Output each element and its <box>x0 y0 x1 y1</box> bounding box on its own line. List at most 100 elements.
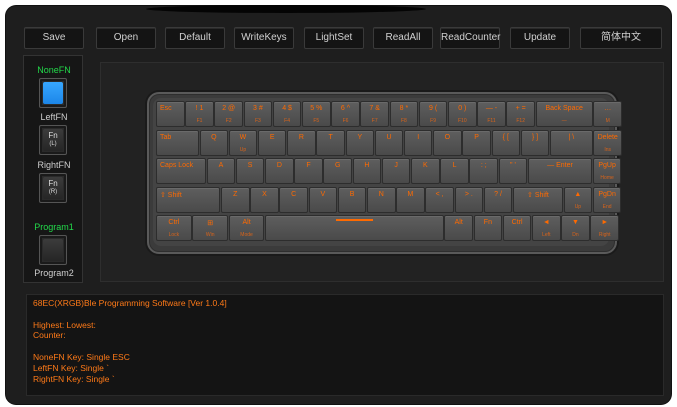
key-r2-10[interactable]: : ; <box>469 158 499 184</box>
key-r0-3[interactable]: 3 # F3 <box>243 101 273 127</box>
key-r3-7[interactable]: M <box>396 186 425 213</box>
key-r0-10[interactable]: 0 ) F10 <box>448 101 477 127</box>
key-r3-4[interactable]: V <box>308 186 338 213</box>
key-r0-1[interactable]: ! 1 F1 <box>185 101 214 127</box>
key-label: K <box>423 162 428 169</box>
key-r0-4[interactable]: 4 $ F4 <box>272 101 302 127</box>
key-r0-9[interactable]: 9 (F9 <box>418 101 448 127</box>
save-button[interactable]: Save <box>24 27 84 49</box>
key-r1-13[interactable]: | \ <box>549 129 593 156</box>
key-label: Back Space <box>545 105 583 112</box>
key-r1-8[interactable]: I <box>403 129 433 156</box>
key-r2-7[interactable]: J <box>381 158 411 184</box>
key-sublabel: F4 <box>284 118 291 124</box>
key-r2-9[interactable]: L <box>440 158 469 184</box>
key-label: Q <box>211 133 217 141</box>
key-label: M <box>407 190 414 198</box>
key-r1-5[interactable]: T <box>316 129 345 156</box>
key-r0-5[interactable]: 5 % F5 <box>302 101 331 127</box>
leftfn-key-label: Fn <box>48 131 58 140</box>
key-r4-2[interactable]: Alt Mode <box>228 215 265 241</box>
key-r0-2[interactable]: 2 @ F2 <box>214 101 243 127</box>
key-r0-8[interactable]: 8 * F8 <box>389 101 419 127</box>
default-button[interactable]: Default <box>165 27 225 49</box>
readall-button[interactable]: ReadAll <box>373 27 433 49</box>
key-r3-2[interactable]: X <box>250 186 279 213</box>
key-r3-8[interactable]: < , <box>425 186 454 213</box>
key-r4-5[interactable]: Fn <box>473 215 503 241</box>
key-label: E <box>269 133 275 141</box>
key-r0-0[interactable]: Esc <box>156 101 185 127</box>
key-r0-6[interactable]: 6 ^ F6 <box>331 101 360 127</box>
key-r2-3[interactable]: D <box>265 158 294 184</box>
key-r3-0[interactable]: ⇧ Shift <box>156 186 221 213</box>
key-r2-8[interactable]: K <box>411 158 440 184</box>
key-r1-11[interactable]: { [ <box>491 129 521 156</box>
key-r2-5[interactable]: G <box>323 158 353 184</box>
key-r2-0[interactable]: Caps Lock <box>156 158 207 184</box>
key-label: C <box>291 190 297 198</box>
key-r4-4[interactable]: Alt <box>444 215 473 241</box>
update-button[interactable]: Update <box>510 27 570 49</box>
program-key-cap <box>43 239 63 261</box>
key-r3-11[interactable]: ⇧ Shift <box>512 186 563 213</box>
key-r3-12[interactable]: ▲ Up <box>563 186 593 213</box>
key-r1-3[interactable]: E <box>257 129 287 156</box>
key-r2-2[interactable]: S <box>235 158 265 184</box>
key-sublabel: F5 <box>313 118 320 124</box>
key-r1-12[interactable]: } ] <box>520 129 550 156</box>
writekeys-button[interactable]: WriteKeys <box>234 27 294 49</box>
key-r3-9[interactable]: > . <box>454 186 484 213</box>
key-r4-9[interactable]: ► Right <box>590 215 619 241</box>
rightfn-key[interactable]: Fn (R) <box>39 173 67 203</box>
key-r2-13[interactable]: PgUp Home <box>592 158 622 184</box>
key-r0-12[interactable]: + = F12 <box>506 101 535 127</box>
key-r4-1[interactable]: ⊞ Win <box>192 215 229 241</box>
key-r1-6[interactable]: Y <box>345 129 375 156</box>
key-r3-13[interactable]: PgDn End <box>592 186 622 213</box>
open-button[interactable]: Open <box>96 27 156 49</box>
key-label: T <box>328 133 333 141</box>
key-label: ⇧ Shift <box>160 191 182 199</box>
key-r0-13[interactable]: Back Space — <box>535 101 593 127</box>
key-label: W <box>239 133 247 141</box>
keyboard-plate: Esc ! 1 F1 2 @ F2 3 # F3 4 $ F4 5 % F5 6 ^ F6 7 & F7 8 … <box>153 98 622 246</box>
leftfn-key[interactable]: Fn (L) <box>39 125 67 155</box>
key-r2-11[interactable]: " ' <box>498 158 528 184</box>
key-label: + = <box>515 105 526 112</box>
key-r4-7[interactable]: ◄ Left <box>532 215 561 241</box>
key-r3-6[interactable]: N <box>366 186 396 213</box>
key-r0-7[interactable]: 7 & F7 <box>360 101 389 127</box>
key-r2-1[interactable]: A <box>206 158 236 184</box>
key-r1-0[interactable]: Tab <box>156 129 199 156</box>
key-r4-8[interactable]: ▼ Dn <box>561 215 590 241</box>
leftfn-key-sub: (L) <box>49 141 57 147</box>
key-r3-10[interactable]: ? / <box>483 186 513 213</box>
key-r3-3[interactable]: C <box>279 186 308 213</box>
key-label: 7 & <box>369 105 380 112</box>
key-r2-12[interactable]: — Enter <box>527 158 593 184</box>
program-key[interactable] <box>39 235 67 265</box>
rightfn-key-sub: (R) <box>48 189 58 195</box>
language-button[interactable]: 简体中文 <box>580 27 662 49</box>
key-r4-0[interactable]: Ctrl Lock <box>156 215 192 241</box>
key-r4-6[interactable]: Ctrl <box>502 215 532 241</box>
nonefn-key[interactable] <box>39 78 67 108</box>
key-r1-14[interactable]: Delete Ins <box>593 129 622 156</box>
key-r3-1[interactable]: Z <box>220 186 250 213</box>
key-r1-10[interactable]: P <box>462 129 491 156</box>
key-r3-5[interactable]: B <box>337 186 367 213</box>
key-r1-4[interactable]: R <box>287 129 316 156</box>
key-r1-7[interactable]: U <box>374 129 404 156</box>
lightset-button[interactable]: LightSet <box>304 27 364 49</box>
key-r0-14[interactable]: … M <box>593 101 622 127</box>
key-r0-11[interactable]: — - F11 <box>477 101 506 127</box>
key-sublabel: Lock <box>168 232 180 238</box>
key-r1-9[interactable]: O <box>433 129 462 156</box>
key-r1-1[interactable]: Q <box>199 129 229 156</box>
key-r2-4[interactable]: F <box>294 158 323 184</box>
key-r2-6[interactable]: H <box>352 158 382 184</box>
key-r1-2[interactable]: W Up <box>228 129 258 156</box>
key-r4-3[interactable] <box>265 215 444 241</box>
readcounter-button[interactable]: ReadCounter <box>440 27 500 49</box>
